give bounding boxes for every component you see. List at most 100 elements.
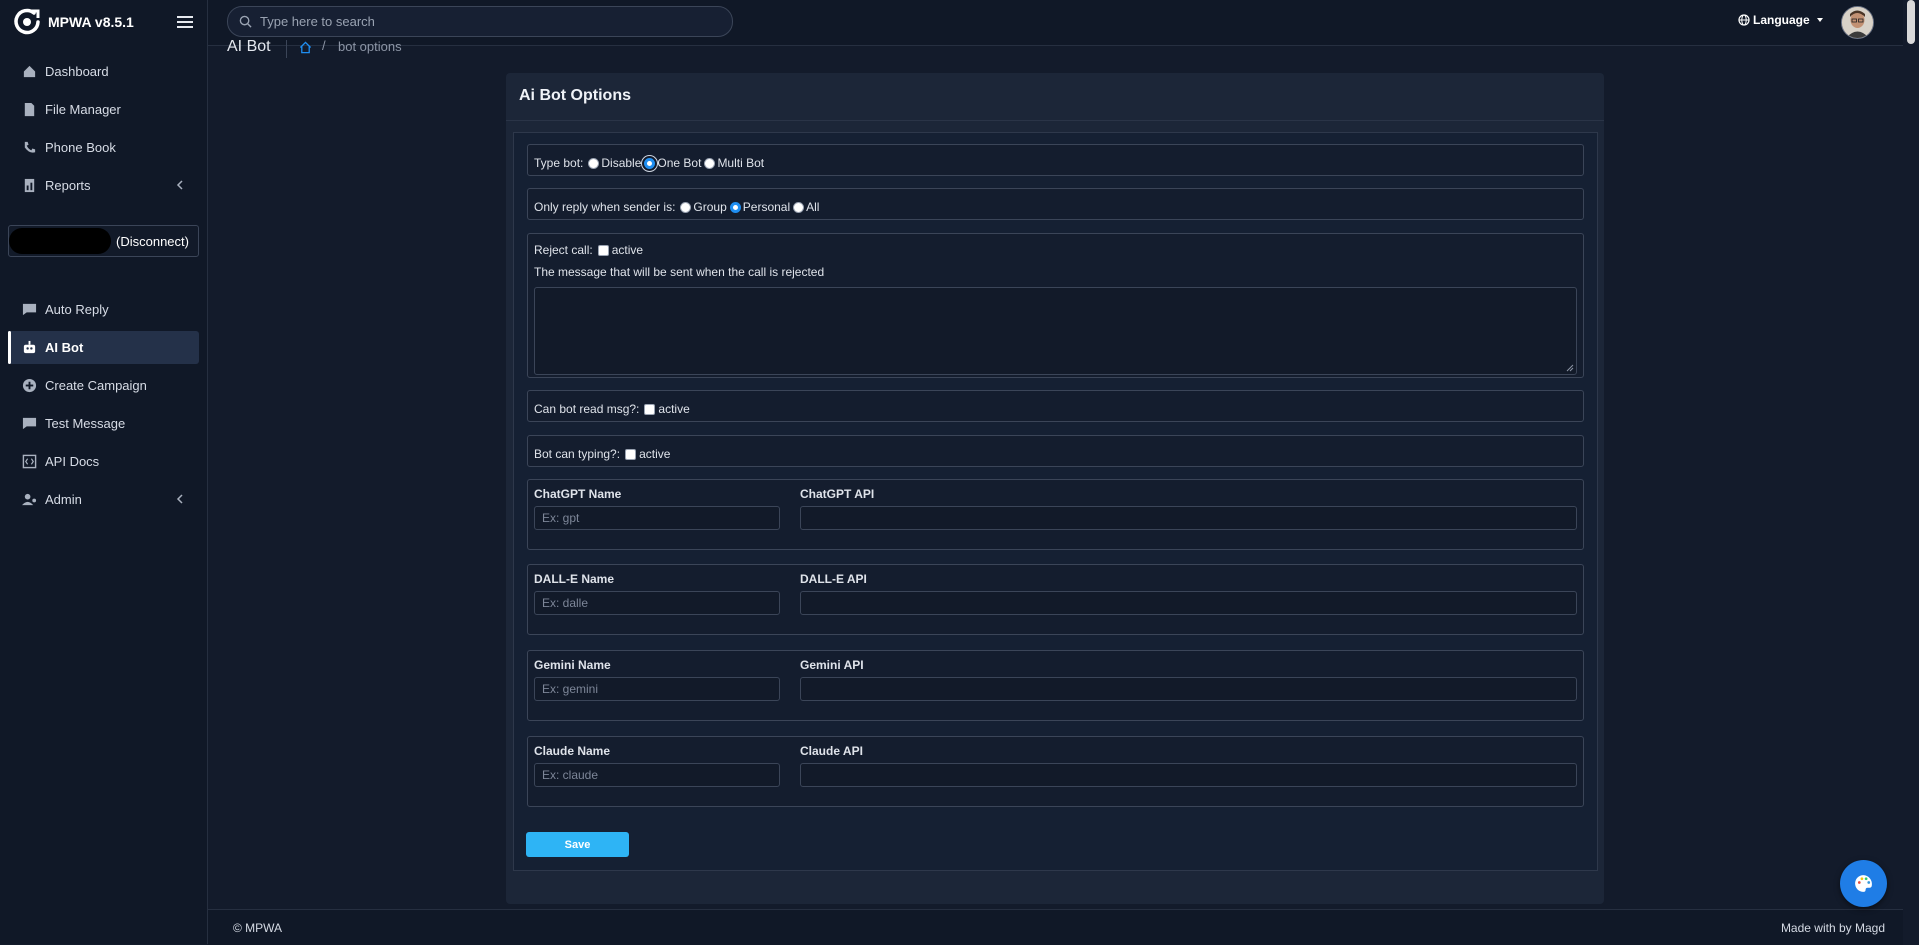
language-dropdown[interactable]: Language xyxy=(1738,13,1824,27)
sidebar-item-file-manager[interactable]: File Manager xyxy=(8,93,199,126)
reject-call-active-label[interactable]: active xyxy=(612,243,643,257)
sidebar-item-label: Phone Book xyxy=(45,140,116,155)
type-bot-disable-label[interactable]: Disable xyxy=(601,156,641,170)
resize-handle-icon[interactable] xyxy=(1566,364,1574,372)
gemini-group: Gemini Name Gemini API xyxy=(527,650,1584,721)
scrollbar-thumb[interactable] xyxy=(1907,0,1915,44)
sidebar-item-label: File Manager xyxy=(45,102,121,117)
language-label: Language xyxy=(1753,13,1810,27)
gemini-api-field[interactable] xyxy=(800,677,1577,701)
type-bot-multi-bot-label[interactable]: Multi Bot xyxy=(717,156,764,170)
sidebar-item-api-docs[interactable]: API Docs xyxy=(8,445,199,478)
sidebar-item-label: Auto Reply xyxy=(45,302,109,317)
search-box[interactable] xyxy=(227,6,733,37)
save-button[interactable]: Save xyxy=(526,832,629,857)
reply-when-label: Only reply when sender is: xyxy=(534,200,676,214)
claude-api-input[interactable] xyxy=(801,764,1576,786)
avatar[interactable] xyxy=(1841,6,1874,39)
sidebar-item-label: AI Bot xyxy=(45,340,84,355)
device-connection-button[interactable]: (Disconnect) xyxy=(8,225,199,257)
sidebar-item-label: Test Message xyxy=(45,416,126,431)
disconnect-label: (Disconnect) xyxy=(116,234,189,249)
menu-toggle-icon[interactable] xyxy=(175,12,195,32)
breadcrumb-divider xyxy=(286,40,287,58)
typing-checkbox[interactable] xyxy=(625,448,637,460)
sidebar-item-ai-bot[interactable]: AI Bot xyxy=(8,331,199,364)
dalle-name-label: DALL-E Name xyxy=(534,572,615,586)
sidebar-item-admin[interactable]: Admin xyxy=(8,483,199,516)
chat-icon xyxy=(22,302,37,317)
sidebar-item-phone-book[interactable]: Phone Book xyxy=(8,131,199,164)
reply-all-label[interactable]: All xyxy=(806,200,819,214)
reply-group-radio[interactable] xyxy=(680,201,692,213)
sidebar-item-reports[interactable]: Reports xyxy=(8,169,199,202)
reply-all-radio[interactable] xyxy=(793,201,805,213)
chatgpt-api-input[interactable] xyxy=(801,507,1576,529)
sidebar-nav-top: Dashboard File Manager Phone Book Report… xyxy=(8,55,199,207)
dalle-name-field[interactable] xyxy=(534,591,780,615)
sidebar-item-create-campaign[interactable]: Create Campaign xyxy=(8,369,199,402)
sidebar-item-dashboard[interactable]: Dashboard xyxy=(8,55,199,88)
home-icon xyxy=(22,64,37,79)
plus-circle-icon xyxy=(22,378,37,393)
typing-active-label[interactable]: active xyxy=(639,447,670,461)
claude-group: Claude Name Claude API xyxy=(527,736,1584,807)
sidebar-item-test-message[interactable]: Test Message xyxy=(8,407,199,440)
gemini-name-input[interactable] xyxy=(535,678,779,700)
type-bot-group: Type bot: Disable One Bot Multi Bot xyxy=(527,144,1584,176)
sidebar-nav-bottom: Auto Reply AI Bot Create Campaign Test M… xyxy=(8,293,199,521)
dalle-name-input[interactable] xyxy=(535,592,779,614)
claude-api-field[interactable] xyxy=(800,763,1577,787)
theme-customizer-button[interactable] xyxy=(1840,860,1887,907)
dalle-api-field[interactable] xyxy=(800,591,1577,615)
sidebar-item-auto-reply[interactable]: Auto Reply xyxy=(8,293,199,326)
reject-call-group: Reject call: active The message that wil… xyxy=(527,233,1584,378)
chatgpt-name-input[interactable] xyxy=(535,507,779,529)
ai-bot-options-card: Ai Bot Options Type bot: Disable One Bot… xyxy=(506,73,1604,904)
reply-group-label[interactable]: Group xyxy=(693,200,726,214)
chatgpt-name-field[interactable] xyxy=(534,506,780,530)
read-msg-active-label[interactable]: active xyxy=(658,402,689,416)
card-title: Ai Bot Options xyxy=(519,87,631,104)
dalle-api-input[interactable] xyxy=(801,592,1576,614)
search-input[interactable] xyxy=(260,11,720,31)
reply-personal-radio[interactable] xyxy=(729,201,741,213)
gemini-name-field[interactable] xyxy=(534,677,780,701)
sidebar-item-label: Dashboard xyxy=(45,64,109,79)
sidebar-item-label: Reports xyxy=(45,178,91,193)
read-msg-checkbox[interactable] xyxy=(644,403,656,415)
type-bot-one-bot-label[interactable]: One Bot xyxy=(657,156,701,170)
typing-row: Bot can typing?: active xyxy=(534,447,670,461)
phone-icon xyxy=(22,140,37,155)
chatgpt-api-field[interactable] xyxy=(800,506,1577,530)
code-icon xyxy=(22,454,37,469)
type-bot-one-bot-radio[interactable] xyxy=(644,157,656,169)
gemini-name-label: Gemini Name xyxy=(534,658,611,672)
type-bot-disable-radio[interactable] xyxy=(588,157,600,169)
brand[interactable]: MPWA v8.5.1 xyxy=(12,6,134,38)
reply-when-row: Only reply when sender is: Group Persona… xyxy=(534,200,819,214)
gemini-api-label: Gemini API xyxy=(800,658,864,672)
chatgpt-name-label: ChatGPT Name xyxy=(534,487,622,501)
reject-message-label: The message that will be sent when the c… xyxy=(534,265,825,279)
reply-personal-label[interactable]: Personal xyxy=(743,200,790,214)
sidebar-item-label: API Docs xyxy=(45,454,100,469)
claude-name-field[interactable] xyxy=(534,763,780,787)
claude-name-label: Claude Name xyxy=(534,744,611,758)
page-scrollbar[interactable] xyxy=(1903,0,1919,944)
claude-name-input[interactable] xyxy=(535,764,779,786)
app-name: MPWA v8.5.1 xyxy=(48,14,134,30)
card-header-divider xyxy=(506,120,1604,121)
breadcrumb-current: bot options xyxy=(338,39,402,54)
read-msg-row: Can bot read msg?: active xyxy=(534,402,690,416)
reject-message-textarea[interactable] xyxy=(534,287,1577,375)
type-bot-multi-bot-radio[interactable] xyxy=(704,157,716,169)
gemini-api-input[interactable] xyxy=(801,678,1576,700)
chevron-left-icon xyxy=(175,494,185,504)
typing-label: Bot can typing?: xyxy=(534,447,621,461)
reject-call-checkbox[interactable] xyxy=(597,244,609,256)
dalle-group: DALL-E Name DALL-E API xyxy=(527,564,1584,635)
search-icon xyxy=(239,15,252,28)
file-icon xyxy=(22,102,37,117)
breadcrumb-home-icon[interactable] xyxy=(299,41,312,54)
